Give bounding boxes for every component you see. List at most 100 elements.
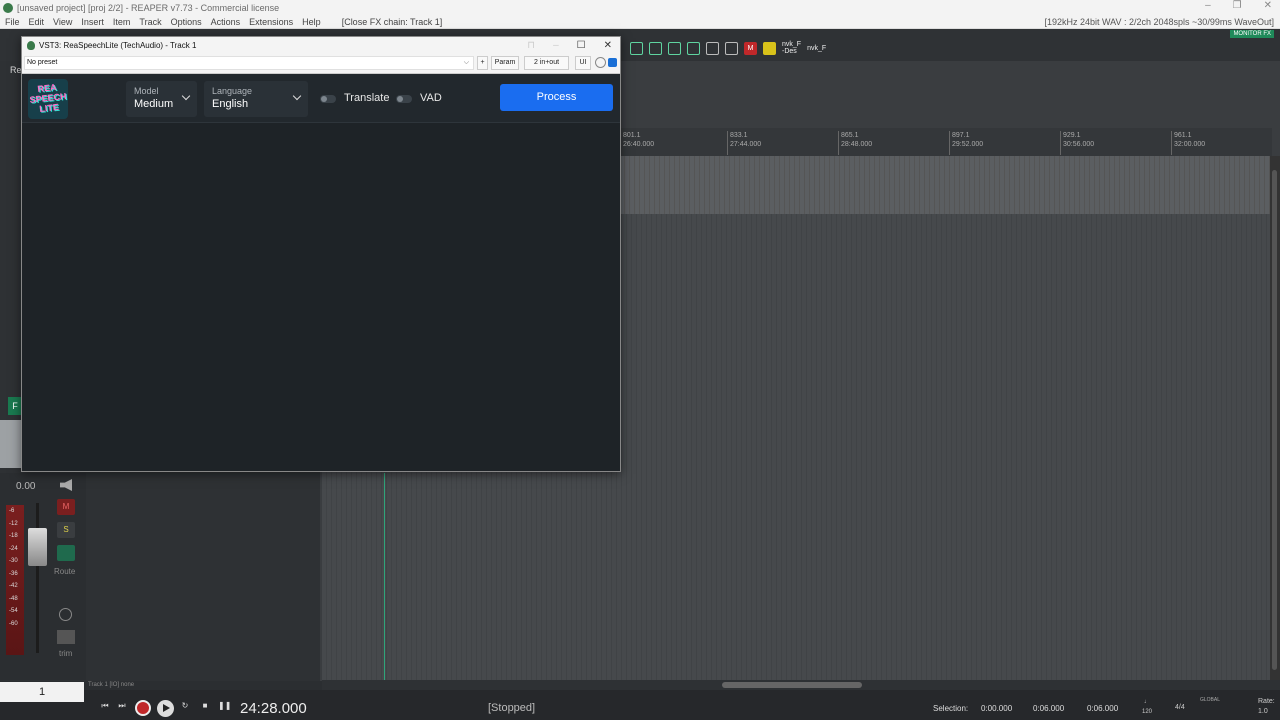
fx-options-icon[interactable] [595, 57, 606, 68]
item-grouping-icon[interactable] [649, 41, 662, 55]
param-button[interactable]: Param [491, 56, 519, 70]
ui-button[interactable]: UI [575, 56, 591, 70]
menu-item[interactable]: Item [113, 17, 131, 27]
menu-file[interactable]: File [5, 17, 20, 27]
envelope-icon[interactable] [725, 41, 738, 55]
menu-view[interactable]: View [53, 17, 72, 27]
preset-bar: No preset ⌵ + Param 2 in+out UI [22, 54, 620, 74]
tempo-display[interactable]: ♩ 120 [1142, 697, 1152, 717]
preset-dropdown[interactable]: No preset ⌵ [24, 56, 474, 70]
reaper-shield-icon [27, 41, 35, 50]
vad-label: VAD [420, 92, 442, 104]
volume-readout[interactable]: 0.00 [16, 481, 35, 492]
time-display[interactable]: 24:28.000 [240, 700, 307, 717]
preset-add-button[interactable]: + [477, 56, 488, 70]
loop-icon[interactable] [687, 41, 700, 55]
track-number-field[interactable]: 1 [0, 682, 84, 702]
trim-envelope-icon[interactable] [57, 630, 75, 644]
play-button[interactable] [157, 700, 174, 717]
timeline-ruler[interactable]: 801.1 26:40.000 833.1 27:44.000 865.1 28:48… [620, 128, 1272, 156]
language-value: English [212, 98, 249, 110]
stop-button[interactable]: ■ [200, 701, 210, 711]
plugin-title-bar[interactable]: VST3: ReaSpeechLite (TechAudio) - Track … [22, 37, 620, 54]
plugin-minimize-button[interactable]: – [553, 37, 559, 54]
language-label: Language [212, 86, 253, 96]
volume-fader-handle[interactable] [28, 528, 47, 566]
bypass-checkbox[interactable] [608, 58, 617, 67]
speaker-icon[interactable] [60, 479, 72, 491]
meter-scale: -6 -12 -18 -24 -30 -36 -42 -48 -54 -60 [9, 508, 18, 627]
pin-icon[interactable]: ⊓ [527, 37, 535, 54]
minimize-button[interactable]: – [1205, 0, 1211, 11]
plugin-maximize-button[interactable]: ☐ [577, 37, 586, 54]
chevron-down-icon [181, 91, 191, 101]
translate-toggle[interactable] [320, 95, 336, 103]
pause-button[interactable]: ❚❚ [218, 701, 231, 711]
global-automation-button[interactable]: GLOBAL [1200, 697, 1220, 704]
audio-device-status[interactable]: [192kHz 24bit WAV : 2/2ch 2048spls ~30/9… [1044, 17, 1274, 27]
plugin-body [22, 123, 620, 471]
repeat-icon[interactable]: ↻ [180, 701, 190, 711]
route-button[interactable] [57, 545, 75, 561]
io-routing-button[interactable]: 2 in+out [524, 56, 569, 70]
horizontal-scrollbar[interactable] [322, 680, 1280, 690]
playrate-display[interactable]: Rate: 1.0 [1258, 697, 1275, 717]
model-dropdown[interactable]: Model Medium [126, 81, 197, 117]
go-to-start-button[interactable]: ⏮ [100, 701, 110, 711]
chevron-down-icon: ⌵ [463, 59, 469, 66]
horizontal-scroll-thumb[interactable] [722, 682, 862, 688]
os-title-bar: [unsaved project] [proj 2/2] - REAPER v7… [0, 0, 1280, 15]
language-dropdown[interactable]: Language English [204, 81, 308, 117]
menu-extensions[interactable]: Extensions [249, 17, 293, 27]
window-controls: – ❐ ✕ [1205, 0, 1272, 11]
menu-actions[interactable]: Actions [211, 17, 241, 27]
ruler-mark: 929.1 30:56.000 [1060, 131, 1094, 155]
left-edge-tab[interactable]: F [8, 397, 22, 415]
menu-edit[interactable]: Edit [29, 17, 45, 27]
selection-end[interactable]: 0:06.000 [1033, 704, 1064, 713]
reaper-truncated-label: Re [10, 65, 22, 75]
vad-toggle[interactable] [396, 95, 412, 103]
vertical-scrollbar[interactable] [1270, 156, 1280, 681]
menu-help[interactable]: Help [302, 17, 321, 27]
chevron-down-icon [292, 91, 302, 101]
ruler-mark: 961.1 32:00.000 [1171, 131, 1205, 155]
record-button[interactable] [135, 700, 151, 716]
maximize-button[interactable]: ❐ [1233, 0, 1242, 11]
grid-icon[interactable] [630, 41, 643, 55]
plugin-close-button[interactable]: ✕ [604, 37, 612, 54]
plugin-header: REA SPEECH LITE Model Medium Language En… [22, 74, 620, 123]
left-edge-panel [0, 420, 22, 468]
track-io-info: Track 1 [IO] none [88, 682, 135, 688]
menu-track[interactable]: Track [139, 17, 161, 27]
menu-close-fx-chain[interactable]: [Close FX chain: Track 1] [342, 17, 443, 27]
close-button[interactable]: ✕ [1264, 0, 1272, 11]
model-value: Medium [134, 98, 174, 110]
menu-options[interactable]: Options [171, 17, 202, 27]
solo-button[interactable]: S [57, 522, 75, 538]
transport-state: [Stopped] [488, 702, 536, 714]
selection-label: Selection: [933, 704, 969, 713]
monitor-fx-badge[interactable]: MONITOR FX [1230, 30, 1274, 38]
lock-icon[interactable] [706, 41, 719, 55]
track-lane-selected[interactable] [620, 156, 1272, 214]
ruler-mark: 865.1 28:48.000 [838, 131, 872, 155]
selection-length[interactable]: 0:06.000 [1087, 704, 1118, 713]
menu-insert[interactable]: Insert [81, 17, 104, 27]
go-to-end-button[interactable]: ⏭ [117, 701, 127, 711]
nvk-script-button-1[interactable]: nvk_F -Des [782, 41, 801, 55]
metronome-m-icon[interactable]: M [744, 41, 757, 55]
vertical-scroll-thumb[interactable] [1272, 170, 1277, 670]
nvk-script-button-2[interactable]: nvk_F [807, 45, 826, 52]
reaper-app-icon [3, 2, 13, 13]
selection-start[interactable]: 0:00.000 [981, 704, 1012, 713]
time-signature[interactable]: 4/4 [1175, 704, 1185, 711]
snap-icon[interactable] [668, 41, 681, 55]
phase-invert-icon[interactable] [59, 608, 72, 621]
track-lane-left[interactable] [322, 473, 622, 680]
yellow-script-icon[interactable] [763, 41, 776, 55]
toolbar-icons: M nvk_F -Des nvk_F [630, 41, 826, 55]
process-button[interactable]: Process [500, 84, 613, 111]
mute-button[interactable]: M [57, 499, 75, 515]
menu-bar: File Edit View Insert Item Track Options… [0, 15, 1280, 29]
